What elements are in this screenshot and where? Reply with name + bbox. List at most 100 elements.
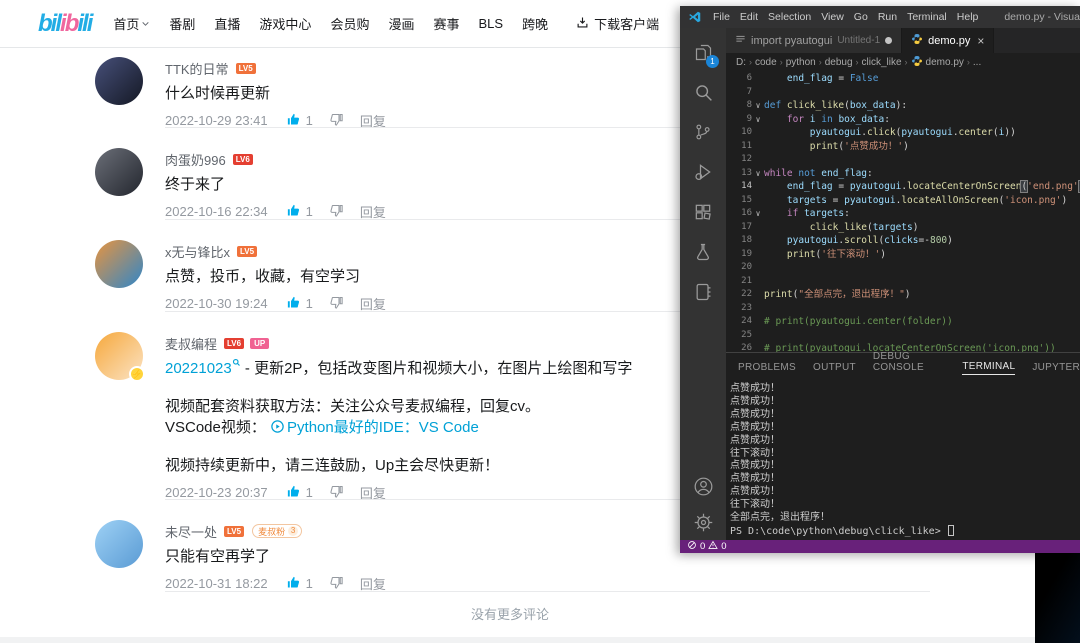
- line-number: 21: [741, 275, 752, 286]
- panel-tab-problems[interactable]: PROBLEMS: [738, 362, 796, 375]
- gutter-space: [752, 153, 764, 167]
- close-icon[interactable]: ×: [977, 34, 984, 48]
- nav-item-home[interactable]: 首页: [113, 14, 150, 33]
- vscode-logo-icon[interactable]: [688, 10, 702, 24]
- comment-username[interactable]: 肉蛋奶996: [165, 150, 226, 169]
- errors-count: 0: [700, 541, 706, 552]
- comment-divider: [165, 591, 930, 592]
- menu-run[interactable]: Run: [873, 11, 902, 23]
- code-line: 24 # print(pyautogui.center(folder)): [726, 315, 1080, 329]
- code-line: 14 end_flag = pyautogui.locateCenterOnSc…: [726, 180, 1080, 194]
- comment-username[interactable]: x无与锋比x: [165, 242, 230, 261]
- panel-tab-output[interactable]: OUTPUT: [813, 362, 856, 375]
- bilibili-logo[interactable]: bilibili: [38, 10, 93, 38]
- breadcrumb-item[interactable]: debug: [825, 57, 853, 68]
- breadcrumb-item[interactable]: code: [755, 57, 777, 68]
- like-button[interactable]: 1: [286, 575, 313, 593]
- avatar[interactable]: ⚡: [95, 332, 145, 382]
- comment-text-segment: VSCode视频：: [165, 419, 271, 436]
- breadcrumb-item[interactable]: click_like: [862, 57, 902, 68]
- menu-help[interactable]: Help: [952, 11, 984, 23]
- dislike-button[interactable]: [329, 295, 344, 313]
- activity-search-icon[interactable]: [680, 72, 726, 112]
- line-number: 14: [741, 181, 752, 191]
- menu-terminal[interactable]: Terminal: [902, 11, 952, 23]
- nav-item-6[interactable]: BLS: [478, 16, 503, 31]
- up-badge: UP: [250, 337, 270, 349]
- panel-tab-jupyter[interactable]: JUPYTER: [1032, 362, 1080, 375]
- comment-link[interactable]: Python最好的IDE：VS Code: [270, 419, 479, 436]
- download-icon: [575, 15, 590, 33]
- breadcrumb-item[interactable]: python: [786, 57, 816, 68]
- activity-run-debug-icon[interactable]: [680, 152, 726, 192]
- avatar[interactable]: [95, 57, 143, 105]
- comment-text-segment: 只能有空再学了: [165, 548, 271, 565]
- activity-settings-icon[interactable]: [680, 504, 726, 540]
- menu-go[interactable]: Go: [849, 11, 873, 23]
- terminal[interactable]: 点赞成功！ 点赞成功！ 点赞成功！ 点赞成功！ 点赞成功！ 往下滚动！ 点赞成功！ 点赞成功！…: [726, 381, 1080, 540]
- gutter-space: [752, 342, 764, 352]
- level-badge: LV5: [237, 245, 258, 257]
- fold-chevron-icon[interactable]: ∨: [752, 207, 764, 221]
- code-line: 20: [726, 261, 1080, 275]
- menu-view[interactable]: View: [816, 11, 849, 23]
- nav-item-7[interactable]: 跨晚: [522, 14, 548, 33]
- gutter-space: [752, 275, 764, 289]
- activity-account-icon[interactable]: [680, 468, 726, 504]
- fold-chevron-icon[interactable]: ∨: [752, 99, 764, 113]
- menu-file[interactable]: File: [708, 11, 735, 23]
- activity-bar: 1: [680, 28, 726, 540]
- comment-username[interactable]: 未尽一处: [165, 522, 217, 541]
- avatar[interactable]: [95, 148, 143, 196]
- gutter-space: [752, 302, 764, 316]
- line-number: 15: [741, 194, 752, 205]
- no-more-comments: 没有更多评论: [470, 607, 549, 622]
- nav-item-0[interactable]: 番剧: [169, 14, 195, 33]
- breadcrumb-item[interactable]: D:: [736, 57, 746, 68]
- gutter-space: [752, 329, 764, 343]
- terminal-line: 点赞成功！: [730, 395, 780, 407]
- comment-username[interactable]: TTK的日常: [165, 59, 229, 78]
- gutter-space: [752, 72, 764, 86]
- like-button[interactable]: 1: [286, 203, 313, 221]
- activity-notebook-icon[interactable]: [680, 272, 726, 312]
- comment-username[interactable]: 麦叔编程: [165, 334, 217, 353]
- comment-text-segment: - 更新2P，包括改变图片和视频大小，在图片上绘图和写字: [240, 360, 633, 377]
- download-client-button[interactable]: 下载客户端: [575, 14, 659, 33]
- breadcrumb-item[interactable]: demo.py: [911, 55, 964, 70]
- gutter-space: [752, 261, 764, 275]
- code-editor[interactable]: 6 end_flag = False 7 8 ∨ def click_like(…: [726, 71, 1080, 352]
- activity-source-control-icon[interactable]: [680, 112, 726, 152]
- panel-tab-terminal[interactable]: TERMINAL: [962, 361, 1016, 375]
- tab-demo-py[interactable]: demo.py ×: [902, 28, 995, 53]
- nav-item-3[interactable]: 会员购: [330, 14, 369, 33]
- gutter-space: [752, 180, 764, 194]
- menu-edit[interactable]: Edit: [735, 11, 763, 23]
- activity-extensions-icon[interactable]: [680, 192, 726, 232]
- nav-item-5[interactable]: 赛事: [433, 14, 459, 33]
- avatar[interactable]: [95, 240, 143, 288]
- warnings-count: 0: [721, 541, 727, 552]
- problems-status[interactable]: 0 0: [687, 540, 727, 553]
- code-line: 25: [726, 329, 1080, 343]
- breadcrumb-item[interactable]: ...: [973, 57, 981, 68]
- dislike-button[interactable]: [329, 203, 344, 221]
- line-number: 20: [741, 262, 752, 272]
- nav-item-1[interactable]: 直播: [214, 14, 240, 33]
- tab-import-pyautogui[interactable]: import pyautogui Untitled-1: [726, 28, 903, 53]
- background-dark-area: [1035, 553, 1080, 643]
- menu-selection[interactable]: Selection: [763, 11, 816, 23]
- like-button[interactable]: 1: [286, 295, 313, 313]
- avatar[interactable]: [95, 520, 143, 568]
- comment-date: 2022-10-30 19:24: [165, 296, 268, 311]
- fold-chevron-icon[interactable]: ∨: [752, 113, 764, 127]
- nav-item-2[interactable]: 游戏中心: [259, 14, 311, 33]
- terminal-line: 点赞成功！: [730, 486, 780, 498]
- dislike-button[interactable]: [329, 575, 344, 593]
- activity-explorer-icon[interactable]: 1: [680, 32, 726, 72]
- fold-chevron-icon[interactable]: ∨: [752, 167, 764, 181]
- panel-tab-debug-console[interactable]: DEBUG CONSOLE: [873, 351, 945, 375]
- activity-testing-icon[interactable]: [680, 232, 726, 272]
- comment-link[interactable]: 20221023: [165, 358, 241, 377]
- nav-item-4[interactable]: 漫画: [388, 14, 414, 33]
